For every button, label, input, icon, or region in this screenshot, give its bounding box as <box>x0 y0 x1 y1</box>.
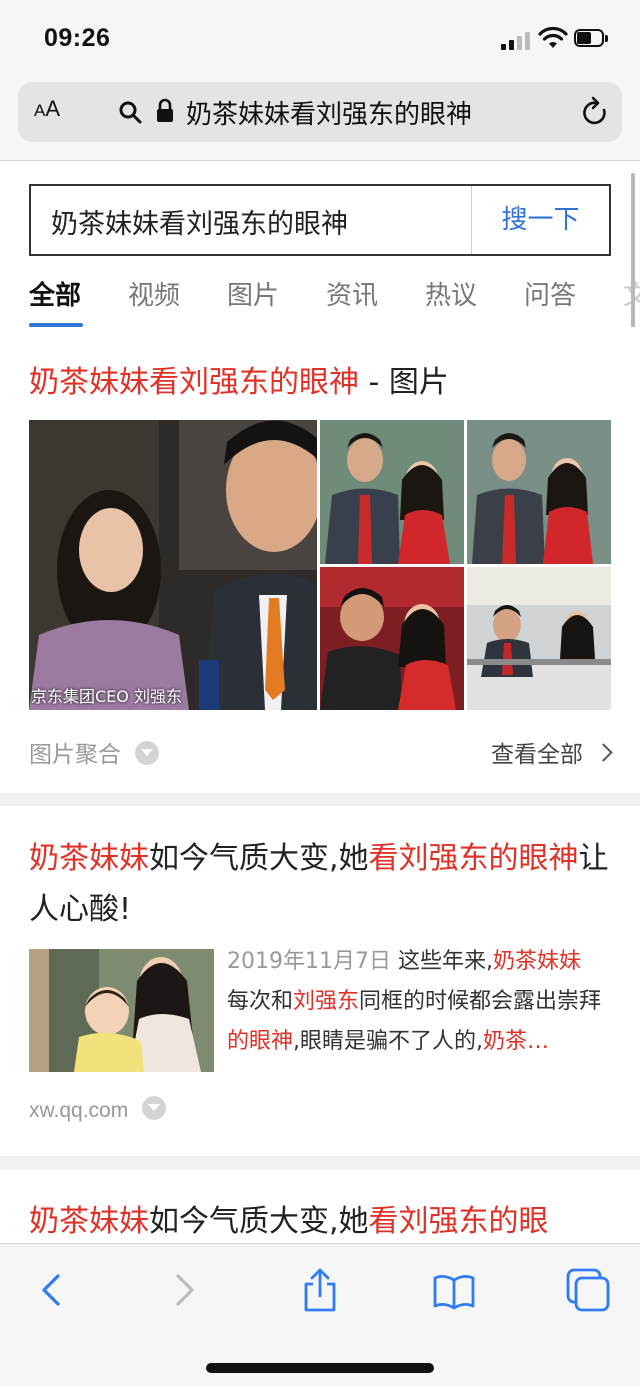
battery-icon <box>574 29 610 49</box>
result-source[interactable]: xw.qq.com <box>29 1096 167 1123</box>
address-bar[interactable]: AA 奶茶妹妹看刘强东的眼神 <box>18 82 622 142</box>
dropdown-icon[interactable] <box>135 740 159 765</box>
wifi-icon <box>538 26 568 48</box>
chevron-right-icon <box>594 743 613 762</box>
search-result-card: 奶茶妹妹如今气质大变,她看刘强东的眼神让人心酸! 2019年11月7日 这些年来… <box>0 806 640 1156</box>
bookmarks-icon[interactable] <box>432 1268 476 1312</box>
tabs-icon[interactable] <box>566 1268 610 1312</box>
image-thumb-2[interactable] <box>467 420 611 564</box>
reload-icon[interactable] <box>580 96 610 128</box>
home-indicator[interactable] <box>206 1363 434 1373</box>
browser-address-area: AA 奶茶妹妹看刘强东的眼神 <box>0 78 640 161</box>
cellular-signal-icon <box>501 30 533 50</box>
browser-toolbar <box>0 1243 640 1386</box>
image-aggregation-label[interactable]: 图片聚合 <box>29 735 159 769</box>
tab-video[interactable]: 视频 <box>128 275 180 312</box>
status-bar: 09:26 <box>0 0 640 78</box>
image-thumb-4[interactable] <box>467 567 611 710</box>
image-result-card: 奶茶妹妹看刘强东的眼神 - 图片 京东集团CEO 刘强东 图片聚合 查看全部 <box>0 327 640 793</box>
result-tabs: 全部 视频 图片 资讯 热议 问答 文 <box>0 275 640 328</box>
result-title[interactable]: 奶茶妹妹如今气质大变,她看刘强东的眼 <box>29 1196 549 1240</box>
reader-text-size-button[interactable]: AA <box>34 96 60 122</box>
lock-icon <box>157 98 173 122</box>
result-title[interactable]: 奶茶妹妹如今气质大变,她看刘强东的眼神让人心酸! <box>29 833 614 935</box>
search-icon <box>119 101 142 124</box>
search-result-card: 奶茶妹妹如今气质大变,她看刘强东的眼 <box>0 1170 640 1243</box>
tab-images[interactable]: 图片 <box>227 275 279 312</box>
image-result-title[interactable]: 奶茶妹妹看刘强东的眼神 - 图片 <box>29 357 449 401</box>
image-thumb-1[interactable] <box>320 420 464 564</box>
web-page-content: 奶茶妹妹看刘强东的眼神 搜一下 全部 视频 图片 资讯 热议 问答 文 奶茶妹妹… <box>0 161 640 1243</box>
forward-icon[interactable] <box>162 1268 206 1312</box>
tab-discussion[interactable]: 热议 <box>425 275 477 312</box>
image-grid: 京东集团CEO 刘强东 <box>29 420 611 710</box>
search-input[interactable]: 奶茶妹妹看刘强东的眼神 <box>51 202 348 241</box>
image-thumb-3[interactable] <box>320 567 464 710</box>
status-time: 09:26 <box>44 24 111 52</box>
tab-news[interactable]: 资讯 <box>326 275 378 312</box>
share-icon[interactable] <box>298 1268 342 1312</box>
image-main[interactable]: 京东集团CEO 刘强东 <box>29 420 317 710</box>
tab-all[interactable]: 全部 <box>29 275 81 312</box>
result-thumbnail[interactable] <box>29 949 214 1072</box>
search-button[interactable]: 搜一下 <box>472 186 609 254</box>
view-all-link[interactable]: 查看全部 <box>491 735 613 769</box>
result-snippet: 2019年11月7日 这些年来,奶茶妹妹 每次和刘强东同框的时候都会露出崇拜 的… <box>227 949 602 1054</box>
tab-qa[interactable]: 问答 <box>524 275 576 312</box>
search-header: 奶茶妹妹看刘强东的眼神 搜一下 全部 视频 图片 资讯 热议 问答 文 <box>0 161 640 633</box>
search-box: 奶茶妹妹看刘强东的眼神 搜一下 <box>29 184 611 256</box>
result-date: 2019年11月7日 <box>227 949 391 974</box>
image-caption: 京东集团CEO 刘强东 <box>31 687 182 706</box>
url-text[interactable]: 奶茶妹妹看刘强东的眼神 <box>186 94 472 131</box>
dropdown-icon[interactable] <box>142 1096 167 1121</box>
back-icon[interactable] <box>30 1268 74 1312</box>
